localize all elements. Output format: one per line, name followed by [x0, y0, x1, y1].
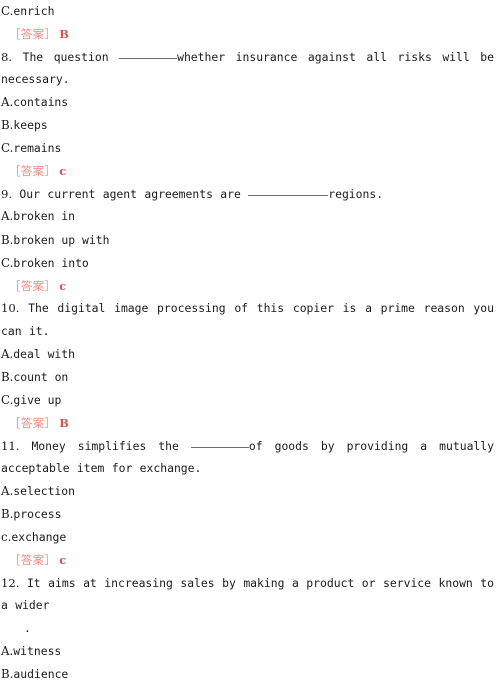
list-item: B.count on [0, 366, 498, 389]
stem-before-blank: It aims at increasing sales by making a … [1, 575, 494, 613]
stem-before-blank: The digital image processing of this cop… [1, 301, 494, 339]
answer-blank [190, 438, 249, 448]
answer-line: ［答案］ c [0, 275, 498, 297]
answer-value: B [59, 27, 69, 42]
option-letter: A. [1, 346, 14, 361]
option-text: enrich [13, 4, 55, 18]
question-block: 10. The digital image processing of this… [0, 297, 500, 434]
option-text: give up [13, 393, 62, 408]
option-letter: A. [1, 94, 14, 109]
answer-value: c [59, 164, 67, 179]
option-letter: C. [1, 141, 14, 156]
option-text: remains [13, 141, 62, 156]
answer-label: ［答案］ [9, 279, 57, 294]
option-text: audience [13, 666, 69, 681]
option-letter: B. [1, 118, 14, 132]
list-item: B.process [0, 503, 498, 526]
option-text: keeps [13, 118, 48, 132]
question-stem: 12. It aims at increasing sales by makin… [0, 572, 498, 617]
stem-after-blank: regions. [328, 186, 384, 201]
stem-after-blank: it. [21, 324, 50, 339]
question-stem: 8. The question whether insurance agains… [0, 46, 498, 91]
list-item: C.broken into [0, 252, 498, 275]
option-text: process [13, 507, 62, 522]
option-letter: C. [1, 4, 14, 18]
list-item: A.contains [0, 91, 498, 114]
question-stem: 9. Our current agent agreements are regi… [0, 183, 498, 206]
list-item: C.give up [0, 389, 498, 412]
option-letter: A. [1, 209, 14, 224]
answer-blank [248, 186, 329, 196]
answer-label: ［答案］ [9, 416, 57, 431]
question-number: 12. [1, 575, 20, 590]
option-text: witness [13, 643, 62, 658]
stem-trailing-period: . [24, 621, 31, 636]
question-number: 10. [1, 301, 20, 316]
list-item: B.keeps [0, 114, 498, 137]
option-letter: B. [1, 666, 14, 681]
option-letter: A. [1, 643, 14, 658]
question-block: 8. The question whether insurance agains… [0, 46, 500, 183]
answer-line: ［答案］ B [0, 23, 500, 45]
option-text: broken into [13, 255, 89, 270]
option-letter: B. [1, 232, 14, 247]
answer-blank [119, 49, 178, 59]
list-item: B.broken up with [0, 229, 498, 252]
option-letter: A. [1, 483, 14, 498]
option-text: broken up with [13, 232, 110, 247]
answer-value: c [59, 553, 67, 568]
question-stem: 11. Money simplifies the of goods by pro… [0, 435, 498, 480]
answer-label: ［答案］ [9, 27, 57, 42]
list-item: A.broken in [0, 205, 498, 228]
list-item: C.enrich [0, 0, 500, 23]
question-block: 9. Our current agent agreements are regi… [0, 183, 500, 298]
answer-label: ［答案］ [9, 553, 57, 568]
list-item: B.audience [0, 663, 498, 686]
option-text: deal with [13, 346, 76, 361]
option-letter: B. [1, 369, 14, 384]
option-text: contains [13, 94, 69, 109]
answer-line: ［答案］ c [0, 160, 498, 182]
exam-page: C.enrich ［答案］ B 8. The question whether i… [0, 0, 500, 681]
option-letter: c. [1, 530, 12, 545]
answer-value: c [59, 279, 67, 294]
option-letter: C. [1, 255, 14, 270]
answer-line: ［答案］ B [0, 412, 498, 434]
option-text: count on [13, 369, 69, 384]
stem-before-blank: Money simplifies the [19, 438, 191, 453]
answer-value: B [59, 416, 69, 431]
list-item: C.remains [0, 137, 498, 160]
list-item: A.selection [0, 480, 498, 503]
answer-line: ［答案］ c [0, 549, 498, 571]
question-number: 9. [1, 186, 13, 201]
stem-before-blank: The question [12, 49, 120, 64]
option-letter: C. [1, 393, 14, 408]
option-letter: B. [1, 507, 14, 522]
answer-label: ［答案］ [9, 164, 57, 179]
option-text: exchange [11, 530, 67, 545]
question-number: 8. [1, 49, 13, 64]
option-text: broken in [13, 209, 76, 224]
option-text: selection [13, 483, 76, 498]
list-item: A.witness [0, 640, 498, 663]
question-stem: 10. The digital image processing of this… [0, 297, 498, 342]
stem-before-blank: Our current agent agreements are [12, 186, 249, 201]
question-block: 11. Money simplifies the of goods by pro… [0, 435, 500, 572]
list-item: c.exchange [0, 526, 498, 549]
question-block: 12. It aims at increasing sales by makin… [0, 572, 500, 686]
list-item: A.deal with [0, 343, 498, 366]
question-number: 11. [1, 438, 20, 453]
